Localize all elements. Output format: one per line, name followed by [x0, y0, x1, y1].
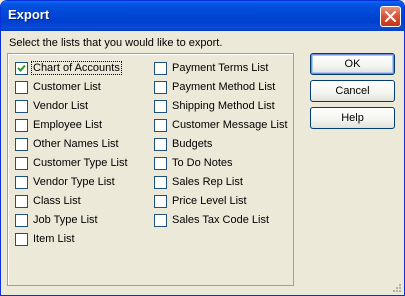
option-customer-type-list[interactable]: Customer Type List [15, 155, 129, 171]
option-customer-message-list[interactable]: Customer Message List [154, 117, 289, 133]
checkbox[interactable] [15, 232, 28, 246]
checkbox[interactable] [15, 194, 28, 208]
option-customer-list[interactable]: Customer List [15, 79, 102, 95]
option-vendor-type-list[interactable]: Vendor Type List [15, 174, 116, 190]
option-employee-list[interactable]: Employee List [15, 117, 103, 133]
option-label: Customer Message List [172, 119, 288, 131]
option-label: Chart of Accounts [31, 61, 122, 75]
instruction-text: Select the lists that you would like to … [9, 37, 223, 49]
checkbox[interactable] [154, 194, 167, 208]
option-job-type-list[interactable]: Job Type List [15, 212, 99, 228]
option-label: Job Type List [33, 214, 98, 226]
option-label: Other Names List [33, 138, 119, 150]
title-bar[interactable]: Export [1, 1, 404, 31]
checkbox[interactable] [15, 156, 28, 170]
option-label: Vendor Type List [33, 176, 115, 188]
option-label: Price Level List [172, 195, 247, 207]
option-label: Budgets [172, 138, 213, 150]
option-label: Item List [33, 233, 75, 245]
option-item-list[interactable]: Item List [15, 231, 76, 247]
option-payment-method-list[interactable]: Payment Method List [154, 79, 276, 95]
cancel-button[interactable]: Cancel [310, 80, 395, 102]
option-sales-rep-list[interactable]: Sales Rep List [154, 174, 244, 190]
checkbox[interactable] [15, 175, 28, 189]
checkbox[interactable] [154, 156, 167, 170]
checkbox[interactable] [15, 99, 28, 113]
option-class-list[interactable]: Class List [15, 193, 82, 209]
option-payment-terms-list[interactable]: Payment Terms List [154, 60, 269, 76]
option-label: Payment Method List [172, 81, 276, 93]
checkmark-icon [17, 64, 26, 72]
checkbox[interactable] [15, 80, 28, 94]
checkbox[interactable] [154, 137, 167, 151]
window-title: Export [8, 7, 50, 22]
option-label: Shipping Method List [172, 100, 275, 112]
option-sales-tax-code-list[interactable]: Sales Tax Code List [154, 212, 270, 228]
lists-group-box: Chart of Accounts Customer List Vendor L… [7, 53, 294, 286]
option-label: Payment Terms List [172, 62, 269, 74]
option-label: To Do Notes [172, 157, 233, 169]
option-label: Class List [33, 195, 81, 207]
close-icon [385, 11, 396, 22]
checkbox[interactable] [154, 118, 167, 132]
option-other-names-list[interactable]: Other Names List [15, 136, 120, 152]
option-price-level-list[interactable]: Price Level List [154, 193, 248, 209]
option-vendor-list[interactable]: Vendor List [15, 98, 89, 114]
option-label: Customer List [33, 81, 101, 93]
checkbox[interactable] [15, 61, 28, 75]
option-label: Customer Type List [33, 157, 128, 169]
checkbox[interactable] [15, 137, 28, 151]
checkbox[interactable] [154, 61, 167, 75]
close-button[interactable] [380, 6, 401, 27]
option-budgets[interactable]: Budgets [154, 136, 213, 152]
checkbox[interactable] [154, 213, 167, 227]
checkbox[interactable] [15, 213, 28, 227]
checkbox[interactable] [15, 118, 28, 132]
option-label: Sales Tax Code List [172, 214, 270, 226]
checkbox[interactable] [154, 80, 167, 94]
option-shipping-method-list[interactable]: Shipping Method List [154, 98, 276, 114]
option-label: Sales Rep List [172, 176, 243, 188]
ok-button[interactable]: OK [310, 53, 395, 75]
option-label: Employee List [33, 119, 103, 131]
help-button[interactable]: Help [310, 107, 395, 129]
option-label: Vendor List [33, 100, 89, 112]
option-to-do-notes[interactable]: To Do Notes [154, 155, 234, 171]
option-chart-of-accounts[interactable]: Chart of Accounts [15, 60, 122, 76]
resize-grip-icon[interactable] [391, 282, 402, 293]
export-dialog: Export Select the lists that you would l… [0, 0, 405, 296]
checkbox[interactable] [154, 175, 167, 189]
checkbox[interactable] [154, 99, 167, 113]
